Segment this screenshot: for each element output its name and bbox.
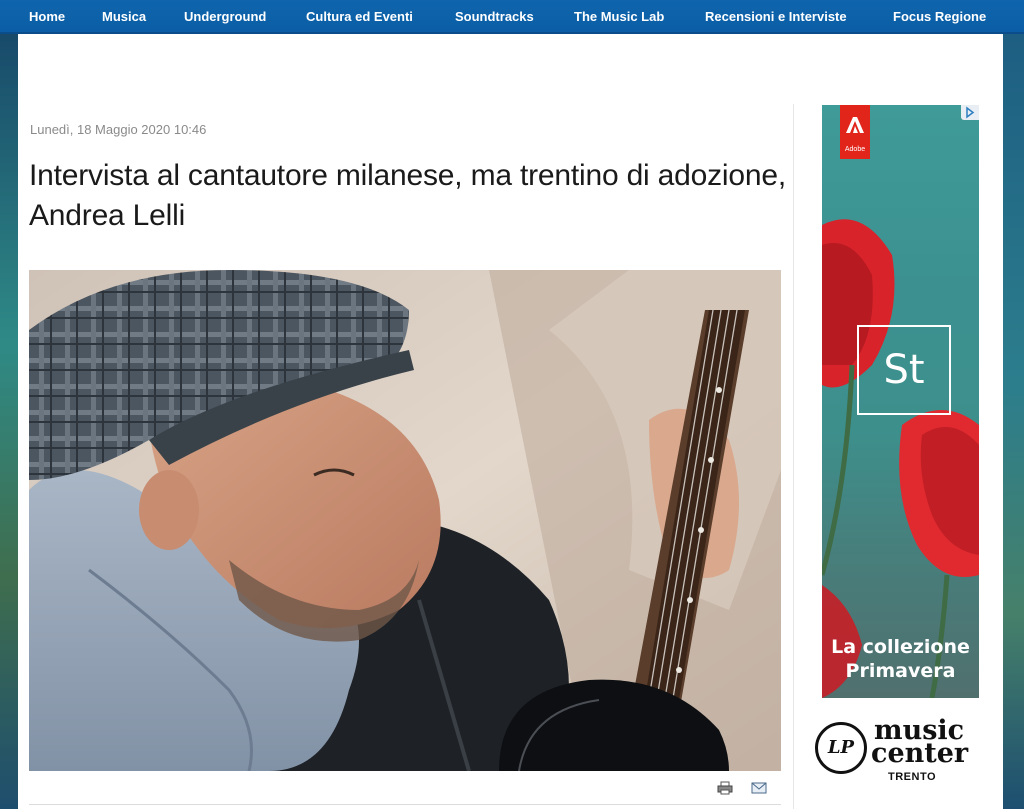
music-center-logo[interactable]: LP music center TRENTO — [810, 716, 980, 786]
badge-lp-text: LP — [827, 737, 855, 758]
adobe-logo: Adobe — [840, 105, 870, 159]
content-panel: Lunedì, 18 Maggio 2020 10:46 Intervista … — [18, 34, 1003, 809]
nav-item-recensioni-e-interviste[interactable]: Recensioni e Interviste — [705, 9, 847, 24]
nav-item-musica[interactable]: Musica — [102, 9, 146, 24]
adobe-label: Adobe — [844, 146, 866, 153]
article-divider — [29, 804, 781, 805]
logo-word-center: center — [871, 738, 969, 769]
logo-city: TRENTO — [888, 771, 937, 783]
article-title: Intervista al cantautore milanese, ma tr… — [29, 159, 786, 232]
sidebar-ad-banner[interactable]: Adobe St La collezione Primavera — [822, 105, 979, 698]
page-background-left — [0, 34, 18, 809]
nav-item-underground[interactable]: Underground — [184, 9, 266, 24]
article-photo[interactable] — [29, 270, 781, 771]
sidebar-divider — [793, 104, 794, 809]
stock-mark-text: St — [883, 347, 925, 393]
main-navigation: Home Musica Underground Cultura ed Event… — [0, 0, 1024, 34]
print-icon[interactable] — [717, 781, 733, 795]
music-center-badge: LP — [815, 722, 867, 774]
nav-item-home[interactable]: Home — [29, 9, 65, 24]
adobe-icon — [846, 117, 864, 133]
email-icon[interactable] — [751, 781, 767, 795]
article-tools — [717, 781, 777, 801]
ad-caption: La collezione Primavera — [831, 636, 970, 682]
adchoices-icon[interactable] — [961, 105, 979, 120]
nav-item-focus-regione[interactable]: Focus Regione — [893, 9, 986, 24]
article-date: Lunedì, 18 Maggio 2020 10:46 — [30, 122, 207, 137]
nav-item-cultura-ed-eventi[interactable]: Cultura ed Eventi — [306, 9, 413, 24]
nav-item-the-music-lab[interactable]: The Music Lab — [574, 9, 664, 24]
stock-product-mark: St — [857, 325, 951, 415]
nav-item-soundtracks[interactable]: Soundtracks — [455, 9, 534, 24]
page-background-right — [1003, 34, 1024, 809]
